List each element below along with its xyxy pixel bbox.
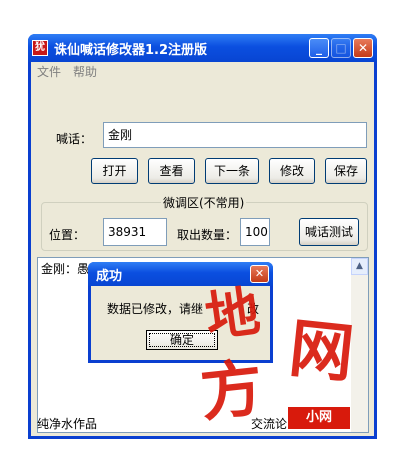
watermark-logo-box: 小网	[288, 407, 350, 429]
title-bar[interactable]: 犹 诛仙喊话修改器1.2注册版 _ □ ✕	[28, 34, 377, 62]
window-title: 诛仙喊话修改器1.2注册版	[54, 42, 208, 58]
menu-help[interactable]: 帮助	[73, 63, 97, 80]
watermark-char-wang: 网	[285, 310, 358, 393]
count-label: 取出数量：	[177, 228, 238, 242]
dialog-message: 数据已修改，请继	[107, 302, 204, 316]
shout-test-button[interactable]: 喊话测试	[299, 218, 359, 246]
maximize-button: □	[331, 38, 351, 58]
status-author: 纯净水作品	[37, 417, 98, 431]
shout-input[interactable]: 金刚	[103, 122, 367, 148]
count-input[interactable]: 100	[240, 218, 270, 246]
next-button[interactable]: 下一条	[205, 158, 259, 184]
scroll-up-icon[interactable]: ▲	[351, 258, 368, 275]
open-button[interactable]: 打开	[91, 158, 138, 184]
dialog-title: 成功	[96, 268, 123, 284]
close-button[interactable]: ✕	[353, 38, 373, 58]
position-input[interactable]: 38931	[103, 218, 167, 246]
minimize-button[interactable]: _	[309, 38, 329, 58]
position-label: 位置：	[49, 228, 86, 242]
shout-label: 喊话：	[56, 132, 93, 146]
view-button[interactable]: 查看	[148, 158, 195, 184]
modify-button[interactable]: 修改	[269, 158, 315, 184]
watermark-char-fang: 方	[196, 350, 267, 431]
tuning-legend: 微调区(不常用)	[161, 194, 247, 211]
menu-bar: 文件 帮助	[31, 62, 374, 80]
app-icon: 犹	[32, 40, 48, 56]
menu-file[interactable]: 文件	[37, 63, 61, 80]
save-button[interactable]: 保存	[325, 158, 367, 184]
